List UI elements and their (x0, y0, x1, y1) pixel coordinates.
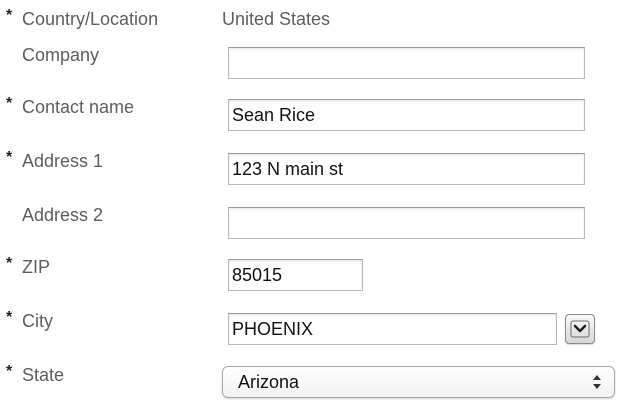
address-form: * Country/Location United States Company… (0, 0, 624, 411)
country-label: Country/Location (22, 9, 159, 29)
state-label: State (22, 365, 65, 385)
state-row: * State Arizona (0, 360, 624, 400)
address1-label: Address 1 (22, 151, 104, 171)
state-select[interactable]: Arizona (222, 366, 615, 398)
city-row: * City PHOENIX (0, 306, 624, 346)
address1-row: * Address 1 123 N main st (0, 146, 624, 186)
country-value: United States (222, 9, 331, 29)
up-down-arrows-icon (593, 375, 601, 389)
chevron-down-icon (570, 320, 590, 338)
contact-name-input[interactable]: Sean Rice (228, 99, 585, 131)
address1-input[interactable]: 123 N main st (228, 153, 585, 185)
address2-label: Address 2 (22, 205, 104, 225)
company-input[interactable] (228, 47, 585, 79)
required-marker: * (6, 7, 13, 24)
required-marker: * (6, 255, 13, 272)
zip-input[interactable]: 85015 (228, 259, 363, 291)
country-row: * Country/Location United States (0, 0, 624, 40)
required-marker: * (6, 149, 13, 166)
city-label: City (22, 311, 53, 331)
state-select-value: Arizona (238, 372, 300, 392)
contact-name-row: * Contact name Sean Rice (0, 92, 624, 132)
contact-name-label: Contact name (22, 97, 135, 117)
address2-input[interactable] (228, 207, 585, 239)
required-marker: * (6, 95, 13, 112)
zip-label: ZIP (22, 257, 51, 277)
required-marker: * (6, 363, 13, 380)
address2-row: Address 2 (0, 200, 624, 240)
city-dropdown-button[interactable] (565, 314, 595, 344)
city-input[interactable]: PHOENIX (228, 313, 557, 345)
company-label: Company (22, 45, 100, 65)
company-row: Company (0, 40, 624, 80)
zip-row: * ZIP 85015 (0, 252, 624, 292)
required-marker: * (6, 309, 13, 326)
